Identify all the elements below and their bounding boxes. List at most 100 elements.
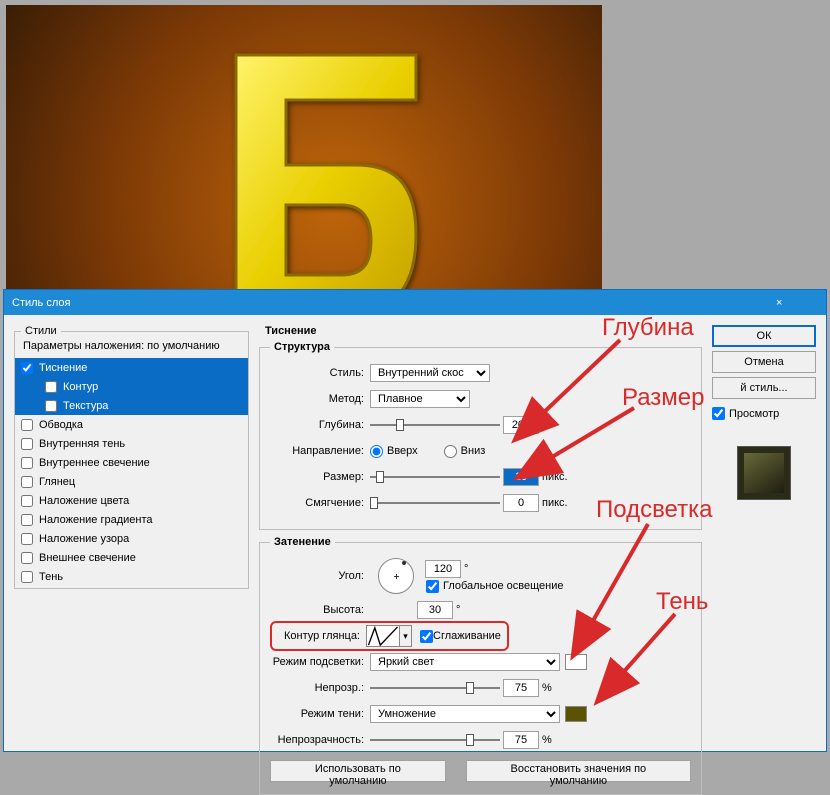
style-item-тень[interactable]: Тень [15, 567, 248, 586]
method-label: Метод: [270, 393, 370, 405]
style-checkbox[interactable] [21, 438, 33, 450]
angle-label: Угол: [270, 570, 370, 582]
style-item-label: Внешнее свечение [39, 552, 136, 564]
style-item-label: Наложение узора [39, 533, 129, 545]
sopacity-input[interactable] [503, 731, 539, 749]
preview-swatch [737, 446, 791, 500]
styles-list-panel: Стили Параметры наложения: по умолчанию … [14, 325, 249, 741]
hopacity-unit: % [542, 682, 552, 694]
depth-input[interactable] [503, 416, 539, 434]
direction-label: Направление: [270, 445, 370, 457]
style-checkbox[interactable] [21, 495, 33, 507]
radio-up[interactable] [370, 445, 383, 458]
preview-letter [216, 35, 436, 289]
hopacity-input[interactable] [503, 679, 539, 697]
style-item-наложение-узора[interactable]: Наложение узора [15, 529, 248, 548]
sopacity-label: Непрозрачность: [270, 734, 370, 746]
style-item-label: Внутреннее свечение [39, 457, 150, 469]
size-unit: пикс. [542, 471, 568, 483]
style-checkbox[interactable] [21, 552, 33, 564]
depth-label: Глубина: [270, 419, 370, 431]
style-item-внутренняя-тень[interactable]: Внутренняя тень [15, 434, 248, 453]
styles-legend: Стили [21, 325, 61, 337]
highlight-color-swatch[interactable] [565, 654, 587, 670]
canvas-preview [6, 5, 602, 289]
new-style-button[interactable]: й стиль... [712, 377, 816, 399]
dialog-buttons: ОК Отмена й стиль... Просмотр [712, 325, 816, 741]
style-checkbox[interactable] [21, 533, 33, 545]
style-item-текстура[interactable]: Текстура [15, 396, 248, 415]
style-item-наложение-градиента[interactable]: Наложение градиента [15, 510, 248, 529]
soften-label: Смягчение: [270, 497, 370, 509]
sopacity-slider[interactable] [370, 733, 500, 747]
shading-group: Затенение Угол: ° Глобальное освещение [259, 536, 702, 795]
style-item-label: Наложение градиента [39, 514, 153, 526]
style-item-label: Контур [63, 381, 98, 393]
direction-up[interactable]: Вверх [370, 445, 424, 458]
size-slider[interactable] [370, 470, 500, 484]
style-item-внутреннее-свечение[interactable]: Внутреннее свечение [15, 453, 248, 472]
size-label: Размер: [270, 471, 370, 483]
cancel-button[interactable]: Отмена [712, 351, 816, 373]
annot-highlight: Подсветка [596, 496, 712, 524]
style-item-label: Тень [39, 571, 63, 583]
antialias-checkbox[interactable] [420, 630, 433, 643]
style-item-контур[interactable]: Контур [15, 377, 248, 396]
style-item-обводка[interactable]: Обводка [15, 415, 248, 434]
style-checkbox[interactable] [21, 514, 33, 526]
style-item-наложение-цвета[interactable]: Наложение цвета [15, 491, 248, 510]
style-item-глянец[interactable]: Глянец [15, 472, 248, 491]
style-item-label: Внутренняя тень [39, 438, 125, 450]
style-checkbox[interactable] [21, 571, 33, 583]
style-checkbox[interactable] [21, 476, 33, 488]
style-item-label: Текстура [63, 400, 108, 412]
gloss-contour-preview[interactable] [366, 625, 400, 647]
style-checkbox[interactable] [45, 400, 57, 412]
angle-input[interactable] [425, 560, 461, 578]
size-input[interactable] [503, 468, 539, 486]
method-select[interactable]: Плавное [370, 390, 470, 408]
reset-default-button[interactable]: Восстановить значения по умолчанию [466, 760, 691, 782]
dialog-title-text: Стиль слоя [12, 297, 776, 309]
style-item-внешнее-свечение[interactable]: Внешнее свечение [15, 548, 248, 567]
altitude-degree: ° [456, 604, 460, 616]
soften-input[interactable] [503, 494, 539, 512]
shadow-color-swatch[interactable] [565, 706, 587, 722]
gloss-contour-dropdown[interactable]: ▾ [400, 625, 412, 647]
degree-unit: ° [464, 563, 468, 575]
style-checkbox[interactable] [21, 362, 33, 374]
depth-unit: % [542, 419, 552, 431]
highlight-mode-select[interactable]: Яркий свет [370, 653, 560, 671]
style-item-label: Наложение цвета [39, 495, 129, 507]
soften-slider[interactable] [370, 496, 500, 510]
style-select[interactable]: Внутренний скос [370, 364, 490, 382]
structure-legend: Структура [270, 341, 334, 353]
radio-down[interactable] [444, 445, 457, 458]
gloss-contour-label: Контур глянца: [278, 630, 366, 642]
angle-dial[interactable] [378, 558, 414, 594]
hmode-label: Режим подсветки: [270, 656, 370, 668]
close-icon: × [776, 297, 818, 309]
make-default-button[interactable]: Использовать по умолчанию [270, 760, 446, 782]
style-checkbox[interactable] [21, 419, 33, 431]
dialog-titlebar[interactable]: Стиль слоя × [4, 290, 826, 315]
hopacity-label: Непрозр.: [270, 682, 370, 694]
shading-legend: Затенение [270, 536, 335, 548]
annot-size: Размер [622, 384, 705, 412]
style-checkbox[interactable] [21, 457, 33, 469]
altitude-input[interactable] [417, 601, 453, 619]
preview-checkbox[interactable] [712, 407, 725, 420]
style-item-label: Обводка [39, 419, 83, 431]
ok-button[interactable]: ОК [712, 325, 816, 347]
global-light-checkbox[interactable] [426, 580, 439, 593]
close-button[interactable]: × [776, 290, 818, 315]
style-item-тиснение[interactable]: Тиснение [15, 358, 248, 377]
soften-unit: пикс. [542, 497, 568, 509]
depth-slider[interactable] [370, 418, 500, 432]
style-item-label: Глянец [39, 476, 75, 488]
hopacity-slider[interactable] [370, 681, 500, 695]
blending-defaults[interactable]: Параметры наложения: по умолчанию [15, 337, 248, 358]
style-checkbox[interactable] [45, 381, 57, 393]
shadow-mode-select[interactable]: Умножение [370, 705, 560, 723]
direction-down[interactable]: Вниз [444, 445, 492, 458]
